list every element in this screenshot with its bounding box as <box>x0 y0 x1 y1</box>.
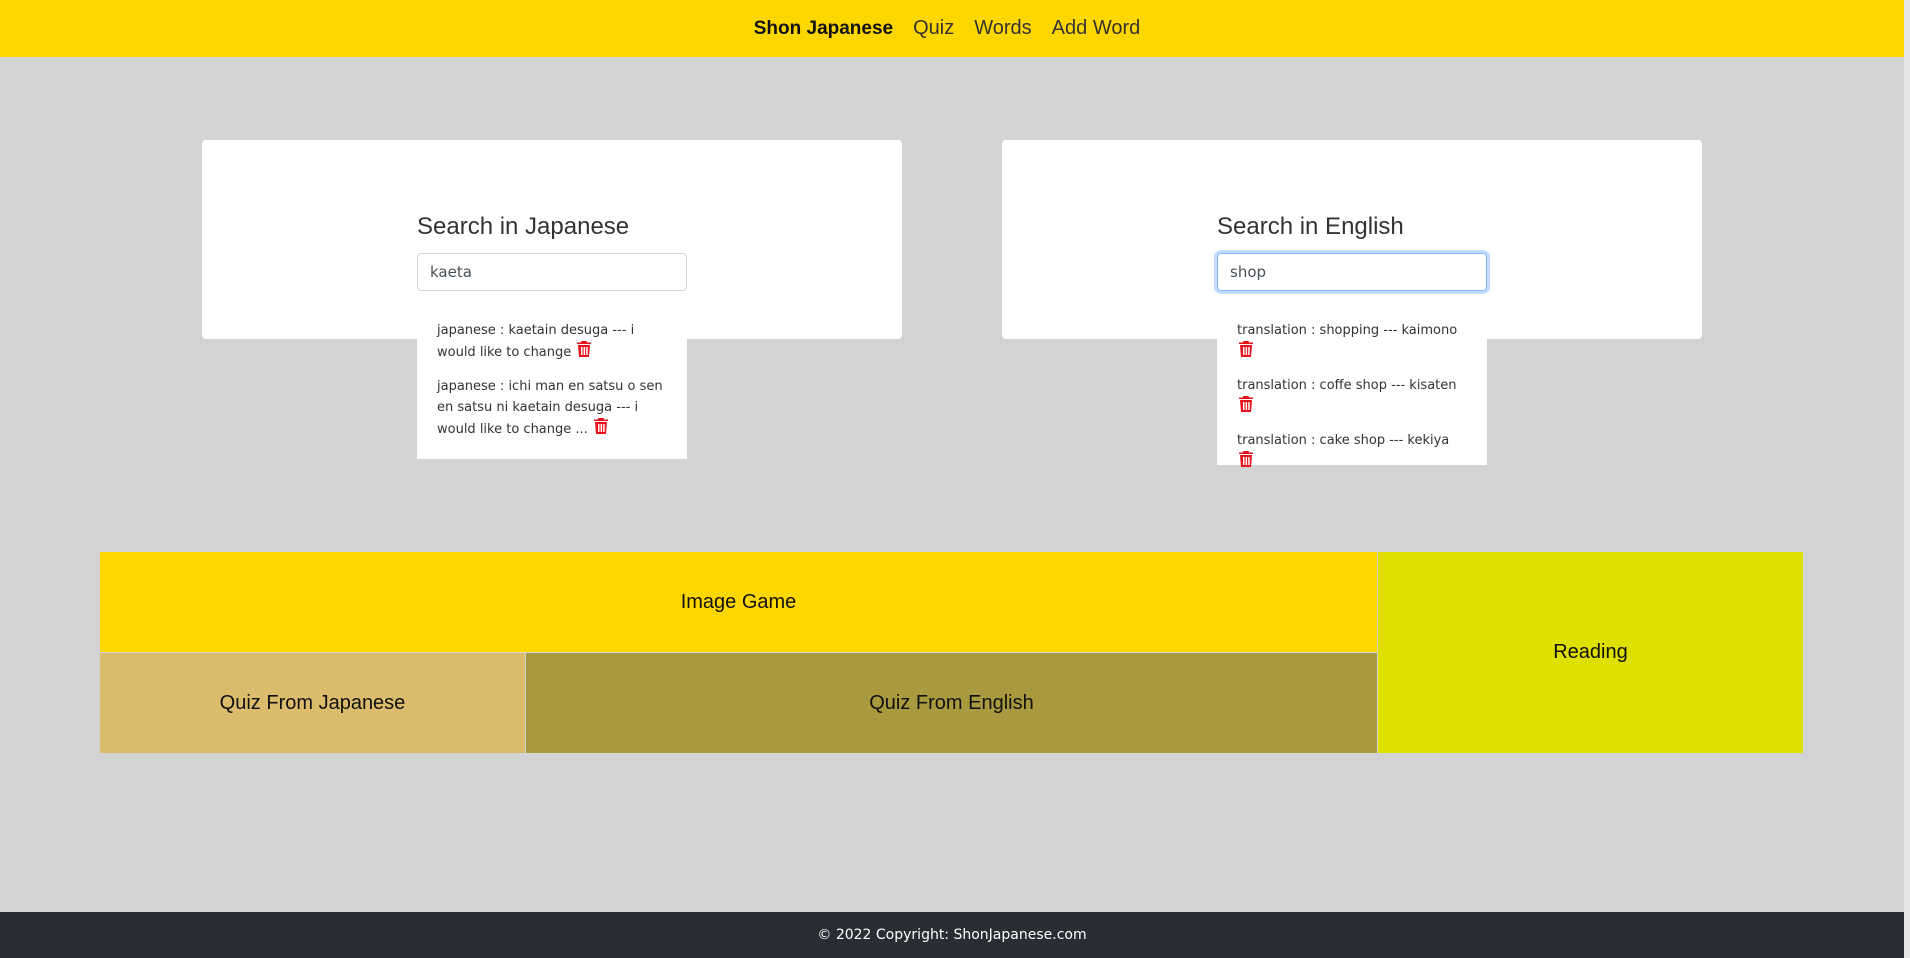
trash-icon[interactable] <box>1239 451 1253 467</box>
nav-link-quiz[interactable]: Quiz <box>913 17 954 40</box>
search-english-input[interactable] <box>1217 253 1487 291</box>
result-item: translation : cake shop --- kekiya <box>1237 418 1467 473</box>
result-text: japanese : ichi man en satsu o sen en sa… <box>437 379 663 437</box>
result-item: japanese : kaetain desuga --- i would li… <box>437 310 667 363</box>
result-item: japanese : ichi man en satsu o sen en sa… <box>437 363 667 440</box>
result-text: japanese : kaetain desuga --- i would li… <box>437 323 635 360</box>
nav-link-add-word[interactable]: Add Word <box>1052 17 1141 40</box>
copyright-text: © 2022 Copyright: ShonJapanese.com <box>817 927 1087 943</box>
search-japanese-results: japanese : kaetain desuga --- i would li… <box>417 310 687 459</box>
search-english-title: Search in English <box>1217 213 1404 240</box>
result-text: translation : shopping --- kaimono <box>1237 323 1458 338</box>
result-item: translation : shopping --- kaimono <box>1237 310 1467 363</box>
nav-container: Shon Japanese Quiz Words Add Word <box>754 17 1151 40</box>
result-text: translation : coffe shop --- kisaten <box>1237 378 1457 393</box>
nav-link-words[interactable]: Words <box>974 17 1031 40</box>
trash-icon[interactable] <box>593 418 608 434</box>
search-japanese-title: Search in Japanese <box>417 213 630 240</box>
result-text: translation : cake shop --- kekiya <box>1237 433 1450 448</box>
quiz-from-english-tile[interactable]: Quiz From English <box>526 653 1377 753</box>
search-japanese-input[interactable] <box>417 253 687 291</box>
result-item: translation : coffe shop --- kisaten <box>1237 363 1467 418</box>
quiz-from-japanese-label: Quiz From Japanese <box>219 691 406 714</box>
reading-tile[interactable]: Reading <box>1378 552 1803 753</box>
trash-icon[interactable] <box>1239 341 1253 357</box>
footer: © 2022 Copyright: ShonJapanese.com <box>0 912 1904 958</box>
image-game-tile[interactable]: Image Game <box>100 552 1377 652</box>
image-game-label: Image Game <box>680 590 797 613</box>
trash-icon[interactable] <box>1239 396 1253 412</box>
quiz-from-japanese-tile[interactable]: Quiz From Japanese <box>100 653 525 753</box>
page-scrollbar[interactable] <box>1904 0 1910 958</box>
reading-label: Reading <box>1553 641 1628 663</box>
brand-link[interactable]: Shon Japanese <box>754 18 893 40</box>
navbar: Shon Japanese Quiz Words Add Word <box>0 0 1904 57</box>
search-english-results: translation : shopping --- kaimono trans… <box>1217 310 1487 467</box>
quiz-from-english-label: Quiz From English <box>869 691 1034 714</box>
trash-icon[interactable] <box>577 341 592 357</box>
